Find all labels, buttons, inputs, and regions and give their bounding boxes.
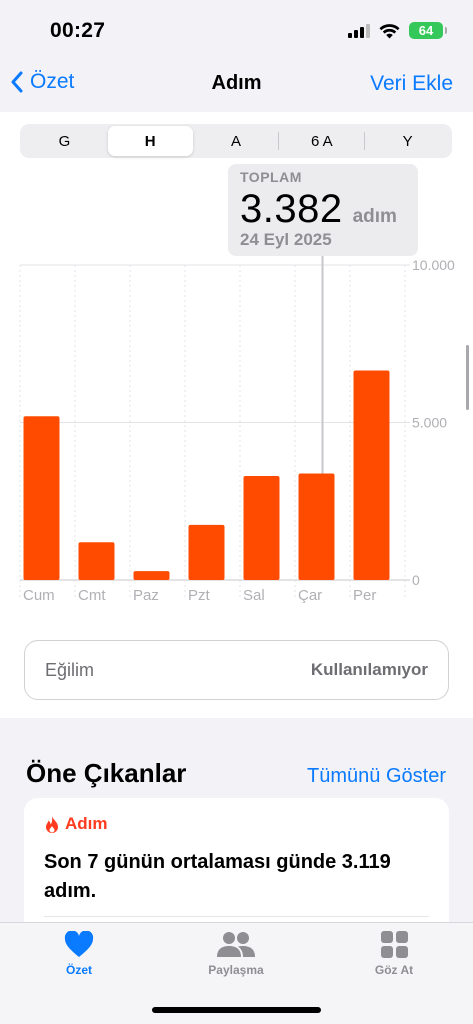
highlight-text: Son 7 günün ortalaması günde 3.119 adım. (44, 851, 391, 902)
x-tick-label: Paz (133, 587, 159, 604)
grid-icon (380, 931, 408, 958)
trend-value: Kullanılamıyor (310, 660, 428, 679)
battery-level: 64 (418, 23, 434, 38)
people-icon (217, 932, 255, 957)
bar-per (353, 370, 390, 580)
tab-label: Paylaşma (208, 963, 264, 977)
scroll-indicator (466, 345, 469, 410)
tab-sharing[interactable]: Paylaşma (176, 931, 296, 977)
heart-icon (64, 931, 94, 957)
x-tick-label: Cum (23, 587, 55, 604)
y-tick-label: 10.000 (412, 257, 455, 273)
wifi-icon (379, 23, 400, 38)
bar-pzt (188, 524, 225, 580)
tab-label: Özet (65, 963, 92, 977)
status-time: 00:27 (50, 19, 106, 42)
status-icons: 64 (348, 22, 447, 39)
add-data-button[interactable]: Veri Ekle (370, 72, 453, 96)
y-tick-label: 0 (412, 572, 420, 588)
battery-icon: 64 (409, 22, 447, 39)
x-tick-label: Sal (243, 587, 265, 604)
x-tick-label: Pzt (188, 587, 211, 604)
y-tick-label: 5.000 (412, 415, 447, 431)
tab-label: Göz At (374, 963, 414, 977)
chart-card: GHA6 AY 0 5.000 10.000 Cum Cmt Paz Pzt Sal Çar Pe… (0, 112, 473, 718)
tooltip-date: 24 Eyl 2025 (240, 230, 332, 249)
tab-browse[interactable]: Göz At (334, 931, 454, 977)
selected-value-tooltip: TOPLAM 3.382 adım 24 Eyl 2025 (228, 164, 418, 256)
tooltip-label: TOPLAM (240, 169, 302, 185)
nav-bar: Özet Adım Veri Ekle (0, 62, 473, 108)
highlights-title: Öne Çıkanlar (26, 758, 187, 788)
home-indicator (152, 1007, 321, 1013)
x-tick-label: Per (353, 587, 376, 604)
bar-paz (133, 571, 170, 580)
bar-cum (23, 416, 60, 580)
tab-summary[interactable]: Özet (19, 931, 139, 977)
show-all-link[interactable]: Tümünü Göster (307, 765, 446, 788)
status-bar: 00:27 64 (0, 0, 473, 60)
bar-cmt (78, 542, 115, 580)
x-tick-label: Çar (298, 587, 322, 604)
x-tick-label: Cmt (78, 587, 106, 604)
trend-label: Eğilim (45, 659, 95, 680)
trend-row[interactable]: Eğilim Kullanılamıyor (24, 640, 449, 700)
highlight-category: Adım (65, 814, 108, 833)
divider (44, 916, 429, 917)
cellular-signal-icon (348, 23, 370, 38)
bar-çar (298, 473, 335, 580)
tooltip-unit: adım (352, 206, 397, 227)
flame-icon (46, 815, 58, 833)
tooltip-value: 3.382 (240, 187, 343, 231)
bar-sal (243, 476, 280, 580)
highlight-card[interactable]: Adım Son 7 günün ortalaması günde 3.119 … (24, 798, 449, 938)
screen: 00:27 64 Özet Adım Veri Ekle GHA6 A Y 0 … (0, 0, 473, 1024)
